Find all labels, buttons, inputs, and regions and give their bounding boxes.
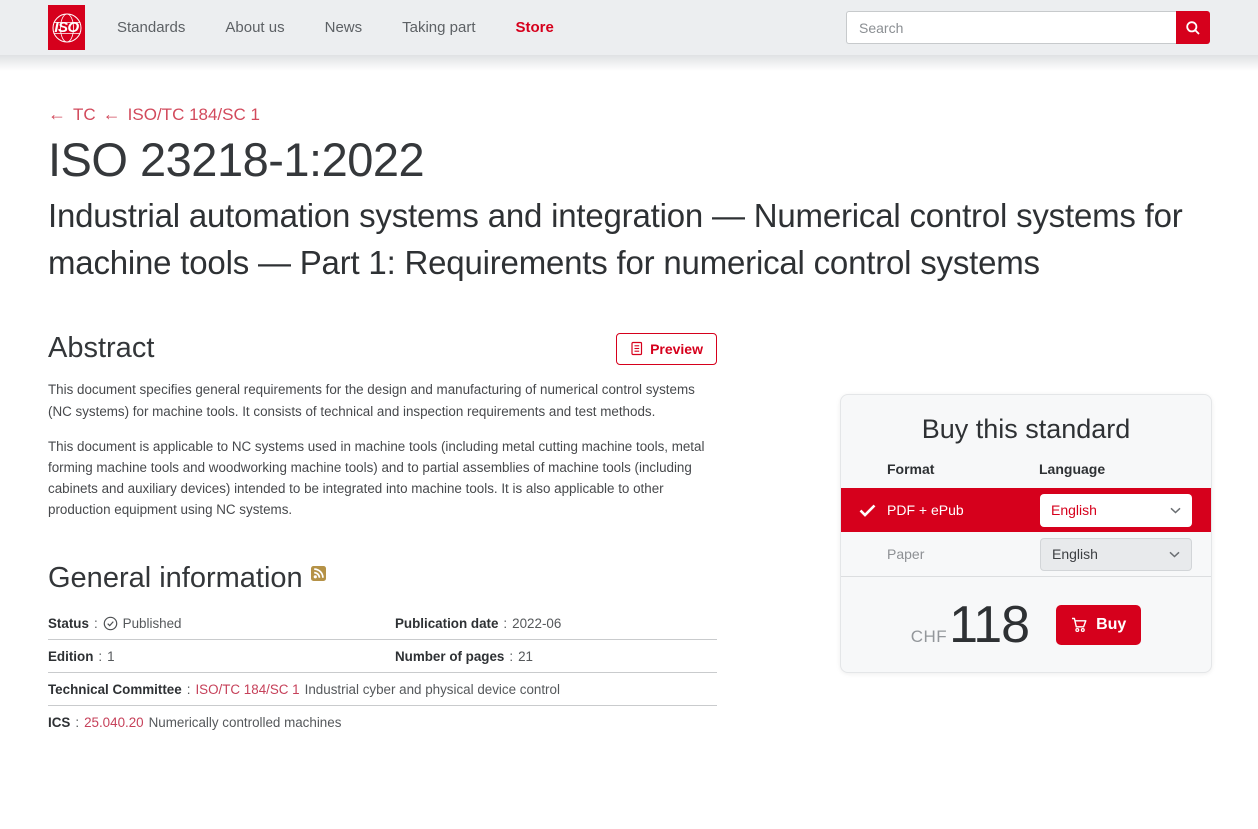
nav-item-about-us[interactable]: About us xyxy=(225,19,284,36)
format-label-paper: Paper xyxy=(887,546,925,562)
iso-logo[interactable]: ISO xyxy=(48,5,85,50)
separator: : xyxy=(503,616,508,632)
language-selected-value: English xyxy=(1052,546,1098,562)
edition-value: 1 xyxy=(107,649,115,665)
page-title: ISO 23218-1:2022 xyxy=(48,133,425,186)
language-select-pdf[interactable]: English xyxy=(1040,493,1192,527)
published-check-icon xyxy=(103,616,118,631)
abstract-paragraph: This document is applicable to NC system… xyxy=(48,438,705,518)
publication-date-label: Publication date xyxy=(395,616,499,632)
technical-committee-field: Technical Committee : ISO/TC 184/SC 1 In… xyxy=(48,682,560,697)
format-row-pdf-epub[interactable]: PDF + ePub English xyxy=(841,488,1211,532)
price: CHF 118 xyxy=(910,595,1030,655)
publication-date-field: Publication date : 2022-06 xyxy=(395,616,561,631)
price-row: CHF 118 Buy xyxy=(841,577,1211,672)
main-content: ← TC ← ISO/TC 184/SC 1 ISO 23218-1:2022 … xyxy=(0,71,1258,738)
abstract-body: This document specifies general requirem… xyxy=(48,379,717,520)
table-row: Status : Published Publication date : 20… xyxy=(48,607,717,641)
preview-button[interactable]: Preview xyxy=(616,332,717,365)
general-information-table: Status : Published Publication date : 20… xyxy=(48,607,717,738)
separator: : xyxy=(75,715,80,731)
separator: : xyxy=(93,616,98,632)
edition-field: Edition : 1 xyxy=(48,649,395,664)
chevron-down-icon xyxy=(1169,551,1180,558)
buy-button[interactable]: Buy xyxy=(1056,604,1142,645)
search-bar xyxy=(846,11,1210,44)
general-information-header: General information xyxy=(48,562,717,595)
technical-committee-link[interactable]: ISO/TC 184/SC 1 xyxy=(195,682,299,697)
ics-label: ICS xyxy=(48,715,71,731)
buy-standard-card: Buy this standard Format Language PDF + … xyxy=(840,394,1212,673)
language-column-header: Language xyxy=(1039,461,1106,477)
separator: : xyxy=(98,649,103,665)
general-information-heading: General information xyxy=(48,562,303,595)
search-button[interactable] xyxy=(1176,11,1210,44)
status-value: Published xyxy=(122,616,182,632)
abstract-heading: Abstract xyxy=(48,332,155,365)
edition-label: Edition xyxy=(48,649,94,665)
rss-feed-icon[interactable] xyxy=(310,566,326,586)
pages-label: Number of pages xyxy=(395,649,505,665)
selected-check-icon xyxy=(859,504,876,517)
table-row: Technical Committee : ISO/TC 184/SC 1 In… xyxy=(48,673,717,707)
buy-button-label: Buy xyxy=(1096,615,1127,633)
separator: : xyxy=(509,649,514,665)
format-column-header: Format xyxy=(887,461,935,477)
cart-icon xyxy=(1072,617,1087,632)
status-label: Status xyxy=(48,616,89,632)
page-subtitle: Industrial automation systems and integr… xyxy=(48,197,1183,282)
table-row: ICS : 25.040.20 Numerically controlled m… xyxy=(48,706,717,738)
back-arrow-icon: ← xyxy=(102,104,121,124)
currency-label: CHF xyxy=(910,626,948,646)
ics-link[interactable]: 25.040.20 xyxy=(84,715,144,730)
ics-value: Numerically controlled machines xyxy=(148,715,342,731)
format-row-paper[interactable]: Paper English xyxy=(841,532,1211,577)
nav-item-store[interactable]: Store xyxy=(516,19,554,36)
iso-logo-text: ISO xyxy=(54,19,79,36)
nav-item-taking-part[interactable]: Taking part xyxy=(402,19,475,36)
breadcrumb-link-tc[interactable]: TC xyxy=(73,105,96,125)
abstract-paragraph: This document specifies general requirem… xyxy=(48,382,695,419)
technical-committee-label: Technical Committee xyxy=(48,682,182,698)
status-field: Status : Published xyxy=(48,616,395,631)
publication-date-value: 2022-06 xyxy=(512,616,562,632)
chevron-down-icon xyxy=(1170,507,1181,514)
separator: : xyxy=(186,682,191,698)
technical-committee-value: Industrial cyber and physical device con… xyxy=(304,682,560,698)
price-value: 118 xyxy=(949,595,1030,654)
format-label-pdf-epub: PDF + ePub xyxy=(887,502,964,518)
breadcrumb-link-committee[interactable]: ISO/TC 184/SC 1 xyxy=(128,105,260,125)
buy-card-title: Buy this standard xyxy=(921,414,1131,444)
top-navigation-bar: ISO Standards About us News Taking part … xyxy=(0,0,1258,55)
language-selected-value: English xyxy=(1051,502,1097,518)
ics-field: ICS : 25.040.20 Numerically controlled m… xyxy=(48,715,341,730)
buy-card-column-headers: Format Language xyxy=(841,461,1211,488)
pages-value: 21 xyxy=(518,649,534,665)
back-arrow-icon: ← xyxy=(48,104,66,124)
header-shadow xyxy=(0,55,1258,71)
language-select-paper[interactable]: English xyxy=(1040,537,1192,571)
abstract-header: Abstract Preview xyxy=(48,332,717,365)
breadcrumb: ← TC ← ISO/TC 184/SC 1 xyxy=(48,71,1210,125)
main-nav: Standards About us News Taking part Stor… xyxy=(117,19,554,36)
search-icon xyxy=(1186,20,1200,35)
content-column: Abstract Preview This document specifies… xyxy=(48,332,717,738)
number-of-pages-field: Number of pages : 21 xyxy=(395,649,533,664)
preview-button-label: Preview xyxy=(650,340,703,357)
search-input[interactable] xyxy=(846,11,1176,44)
nav-item-news[interactable]: News xyxy=(325,19,363,36)
nav-item-standards[interactable]: Standards xyxy=(117,19,185,36)
document-preview-icon xyxy=(631,342,643,356)
table-row: Edition : 1 Number of pages : 21 xyxy=(48,640,717,674)
